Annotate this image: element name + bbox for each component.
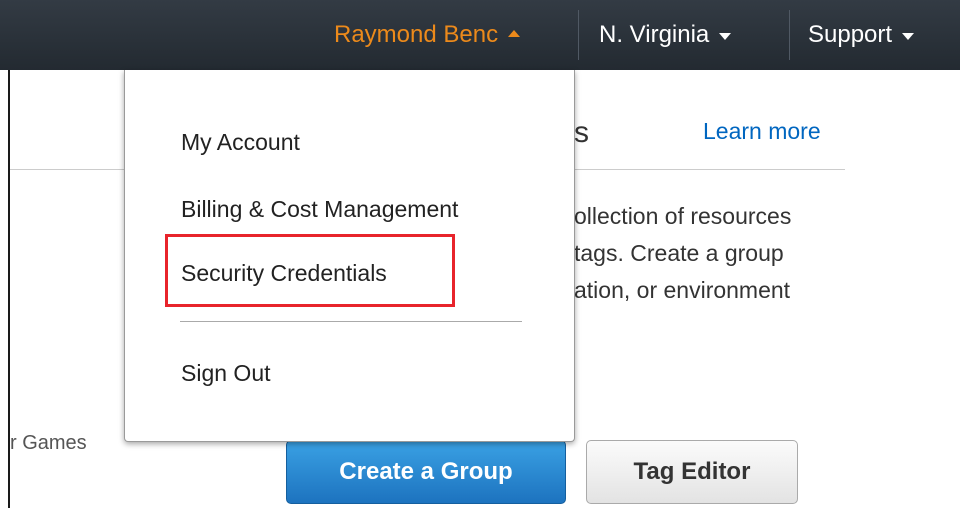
user-account-menu[interactable]: Raymond Benc: [334, 0, 521, 70]
region-menu[interactable]: N. Virginia: [599, 0, 732, 70]
caret-up-icon: [508, 30, 521, 37]
account-dropdown-menu: My Account Billing & Cost Management Sec…: [124, 70, 575, 442]
support-menu[interactable]: Support: [808, 0, 915, 70]
page-heading-fragment: s: [574, 116, 589, 149]
caret-down-icon: [719, 33, 732, 40]
menu-item-my-account[interactable]: My Account: [181, 129, 300, 156]
user-account-label: Raymond Benc: [334, 21, 499, 48]
create-group-button[interactable]: Create a Group: [286, 440, 566, 504]
menu-item-billing[interactable]: Billing & Cost Management: [181, 196, 458, 223]
description-line: tags. Create a group: [574, 240, 784, 266]
menu-item-sign-out[interactable]: Sign Out: [181, 360, 271, 387]
nav-divider: [578, 10, 579, 60]
menu-item-security-credentials[interactable]: Security Credentials: [181, 260, 387, 287]
tag-editor-button[interactable]: Tag Editor: [586, 440, 798, 504]
support-label: Support: [808, 21, 893, 48]
description-line: ollection of resources: [574, 203, 792, 229]
region-label: N. Virginia: [599, 21, 710, 48]
top-nav-bar: Raymond Benc N. Virginia Support: [0, 0, 960, 70]
nav-divider: [789, 10, 790, 60]
caret-down-icon: [902, 33, 915, 40]
games-label: r Games: [10, 432, 87, 454]
description-line: ation, or environment: [574, 277, 791, 303]
learn-more-link[interactable]: Learn more: [703, 118, 821, 145]
menu-divider: [180, 321, 522, 322]
